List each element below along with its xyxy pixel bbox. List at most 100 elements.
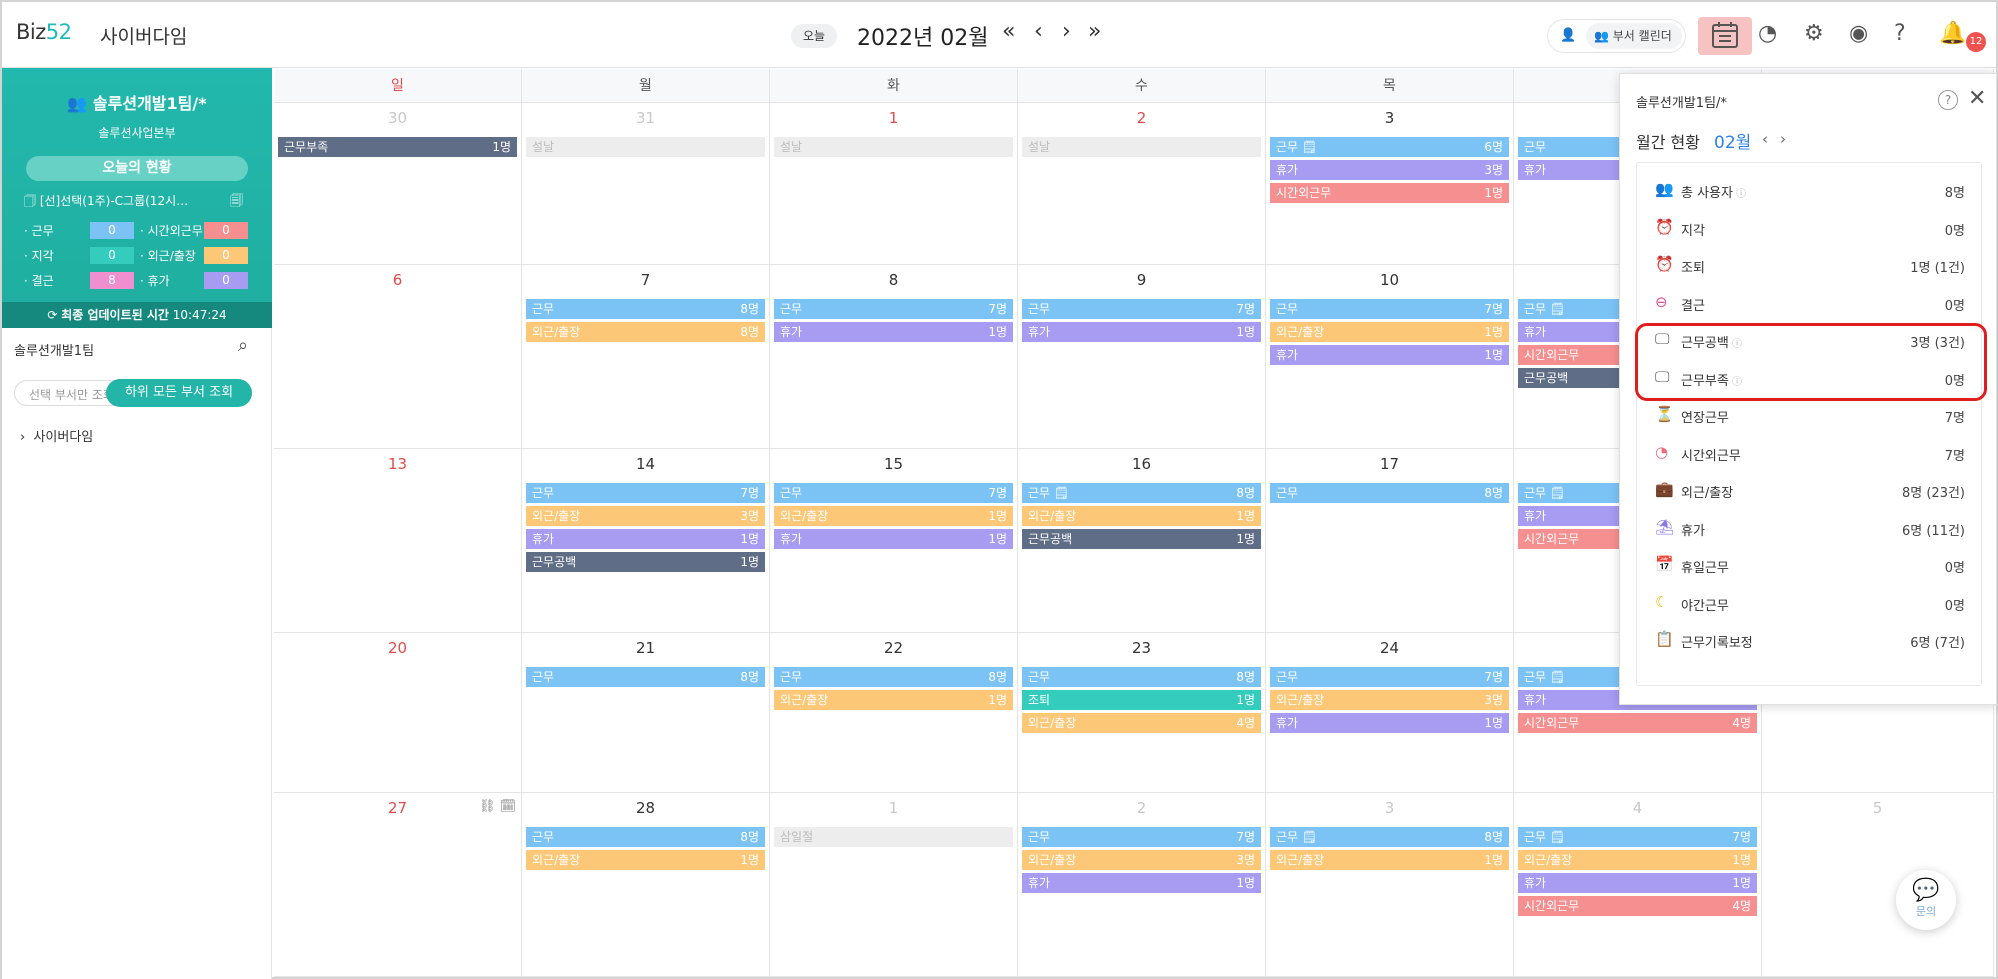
event-bar[interactable]: 외근/출장 3명 — [526, 506, 765, 526]
day-cell[interactable]: 15 근무 7명 외근/출장 1명 휴가 1명 — [770, 449, 1018, 632]
day-cell[interactable]: 21 근무 8명 — [522, 633, 770, 792]
day-cell[interactable]: 3 근무 🗒 6명 휴가 3명 시간외근무 1명 — [1266, 103, 1514, 264]
filter-all-sub[interactable]: 하위 모든 부서 조회 — [106, 379, 252, 407]
event-bar[interactable]: 외근/출장 1명 — [1518, 850, 1757, 870]
day-cell[interactable]: 9 근무 7명 휴가 1명 — [1018, 265, 1266, 448]
status-row[interactable]: ◔ 시간외근무 7명 — [1637, 434, 1981, 472]
day-cell[interactable]: 16 근무 🗒 8명 외근/출장 1명 근무공백 1명 — [1018, 449, 1266, 632]
event-bar[interactable]: 근무 8명 — [1270, 483, 1509, 503]
prev-month-button[interactable]: ‹ — [1034, 19, 1043, 45]
status-row[interactable]: ⊖ 결근 0명 — [1637, 284, 1981, 322]
day-cell[interactable]: 13 — [274, 449, 522, 632]
day-cell[interactable]: 5 — [1762, 793, 1994, 976]
event-bar[interactable]: 삼일절 — [774, 827, 1013, 847]
day-cell[interactable]: 24 근무 7명 외근/출장 3명 휴가 1명 — [1266, 633, 1514, 792]
event-bar[interactable]: 외근/출장 1명 — [774, 506, 1013, 526]
event-bar[interactable]: 근무공백 1명 — [526, 552, 765, 572]
event-bar[interactable]: 근무 8명 — [526, 827, 765, 847]
info-icon[interactable]: ⓘ — [1733, 189, 1746, 200]
today-status-button[interactable]: 오늘의 현황 — [26, 156, 248, 181]
last-update-bar[interactable]: ⟳ 최종 업데이트된 시간 10:47:24 — [2, 302, 272, 328]
dept-calendar-toggle[interactable]: 👤 👥 부서 캘린더 — [1547, 19, 1686, 53]
event-bar[interactable]: 근무 7명 — [1022, 827, 1261, 847]
event-bar[interactable]: 휴가 3명 — [1270, 160, 1509, 180]
day-cell[interactable]: 10 근무 7명 외근/출장 1명 휴가 1명 — [1266, 265, 1514, 448]
event-bar[interactable]: 근무 8명 — [774, 667, 1013, 687]
event-bar[interactable]: 근무 8명 — [526, 667, 765, 687]
tree-item[interactable]: › 사이버다임 — [20, 426, 93, 445]
day-cell[interactable]: 1 삼일절 — [770, 793, 1018, 976]
day-cell[interactable]: 22 근무 8명 외근/출장 1명 — [770, 633, 1018, 792]
today-button[interactable]: 오늘 — [791, 24, 837, 48]
event-bar[interactable]: 시간외근무 1명 — [1270, 183, 1509, 203]
event-bar[interactable]: 외근/출장 1명 — [526, 850, 765, 870]
day-cell[interactable]: 23 근무 8명 조퇴 1명 외근/출장 4명 — [1018, 633, 1266, 792]
day-cell[interactable]: 1 설날 — [770, 103, 1018, 264]
event-bar[interactable]: 휴가 1명 — [526, 529, 765, 549]
user-profile-icon[interactable]: ◉ — [1849, 19, 1868, 49]
day-cell[interactable]: 17 근무 8명 — [1266, 449, 1514, 632]
event-bar[interactable]: 근무 7명 — [1270, 299, 1509, 319]
event-bar[interactable]: 휴가 1명 — [1022, 873, 1261, 893]
search-icon[interactable]: ⌕ — [238, 335, 248, 356]
panel-next-month[interactable]: › — [1780, 130, 1786, 148]
event-bar[interactable]: 설날 — [526, 137, 765, 157]
event-bar[interactable]: 근무 7명 — [1270, 667, 1509, 687]
status-row[interactable]: ☾ 야간근무 0명 — [1637, 584, 1981, 622]
event-bar[interactable]: 휴가 1명 — [1022, 322, 1261, 342]
event-bar[interactable]: 조퇴 1명 — [1022, 690, 1261, 710]
help-icon[interactable]: ? — [1938, 90, 1958, 110]
chat-button[interactable]: 💬 문의 — [1896, 870, 1956, 930]
status-row[interactable]: 👥 총 사용자 ⓘ 8명 — [1637, 171, 1981, 209]
event-bar[interactable]: 휴가 1명 — [1270, 345, 1509, 365]
gear-icon[interactable]: ⚙ — [1804, 19, 1824, 49]
event-bar[interactable]: 근무 7명 — [1022, 299, 1261, 319]
event-bar[interactable]: 외근/출장 3명 — [1270, 690, 1509, 710]
day-cell[interactable]: 6 — [274, 265, 522, 448]
status-row[interactable]: ⏳ 연장근무 7명 — [1637, 396, 1981, 434]
event-bar[interactable]: 근무부족 1명 — [278, 137, 517, 157]
day-cell[interactable]: 7 근무 8명 외근/출장 8명 — [522, 265, 770, 448]
dept-search-input[interactable]: 솔루션개발1팀 — [14, 340, 94, 359]
event-bar[interactable]: 휴가 1명 — [774, 529, 1013, 549]
event-bar[interactable]: 시간외근무 4명 — [1518, 713, 1757, 733]
chart-icon[interactable]: ◔ — [1758, 19, 1777, 49]
bell-icon[interactable]: 🔔 — [1939, 19, 1966, 49]
document-icon[interactable]: 🗐 — [230, 192, 243, 214]
event-bar[interactable]: 근무 🗒 6명 — [1270, 137, 1509, 157]
event-bar[interactable]: 근무 🗒 8명 — [1022, 483, 1261, 503]
day-cell[interactable]: 4 근무 🗒 7명 외근/출장 1명 휴가 1명 시간외근무 4명 — [1514, 793, 1762, 976]
prev-year-button[interactable]: « — [1002, 19, 1015, 45]
day-cell[interactable]: 2 설날 — [1018, 103, 1266, 264]
status-row[interactable]: ⏰ 조퇴 1명 (1건) — [1637, 246, 1981, 284]
filter-selected-only[interactable]: 선택 부서만 조회 — [29, 386, 114, 403]
event-bar[interactable]: 외근/출장 1명 — [1270, 322, 1509, 342]
event-bar[interactable]: 휴가 1명 — [1270, 713, 1509, 733]
calendar-view-button[interactable] — [1698, 17, 1752, 55]
day-cell[interactable]: 14 근무 7명 외근/출장 3명 휴가 1명 근무공백 1명 — [522, 449, 770, 632]
event-bar[interactable]: 근무 🗒 7명 — [1518, 827, 1757, 847]
close-icon[interactable]: ✕ — [1968, 86, 1986, 111]
event-bar[interactable]: 외근/출장 1명 — [1022, 506, 1261, 526]
day-cell[interactable]: 31 설날 — [522, 103, 770, 264]
event-bar[interactable]: 근무 7명 — [774, 483, 1013, 503]
event-bar[interactable]: 근무 8명 — [526, 299, 765, 319]
day-cell[interactable]: 2 근무 7명 외근/출장 3명 휴가 1명 — [1018, 793, 1266, 976]
org-calendar-icon[interactable]: ⛓ 🗓 — [479, 799, 516, 814]
event-bar[interactable]: 휴가 1명 — [1518, 873, 1757, 893]
next-year-button[interactable]: » — [1088, 19, 1101, 45]
event-bar[interactable]: 외근/출장 1명 — [774, 690, 1013, 710]
day-cell[interactable]: 27 ⛓ 🗓 — [274, 793, 522, 976]
status-row[interactable]: ⛱ 휴가 6명 (11건) — [1637, 509, 1981, 547]
event-bar[interactable]: 설날 — [1022, 137, 1261, 157]
event-bar[interactable]: 시간외근무 4명 — [1518, 896, 1757, 916]
event-bar[interactable]: 휴가 1명 — [774, 322, 1013, 342]
next-month-button[interactable]: › — [1062, 19, 1071, 45]
event-bar[interactable]: 근무 🗒 8명 — [1270, 827, 1509, 847]
day-cell[interactable]: 30 근무부족 1명 — [274, 103, 522, 264]
event-bar[interactable]: 외근/출장 4명 — [1022, 713, 1261, 733]
event-bar[interactable]: 설날 — [774, 137, 1013, 157]
dept-calendar-pill[interactable]: 👥 부서 캘린더 — [1586, 23, 1682, 49]
event-bar[interactable]: 외근/출장 3명 — [1022, 850, 1261, 870]
event-bar[interactable]: 외근/출장 1명 — [1270, 850, 1509, 870]
